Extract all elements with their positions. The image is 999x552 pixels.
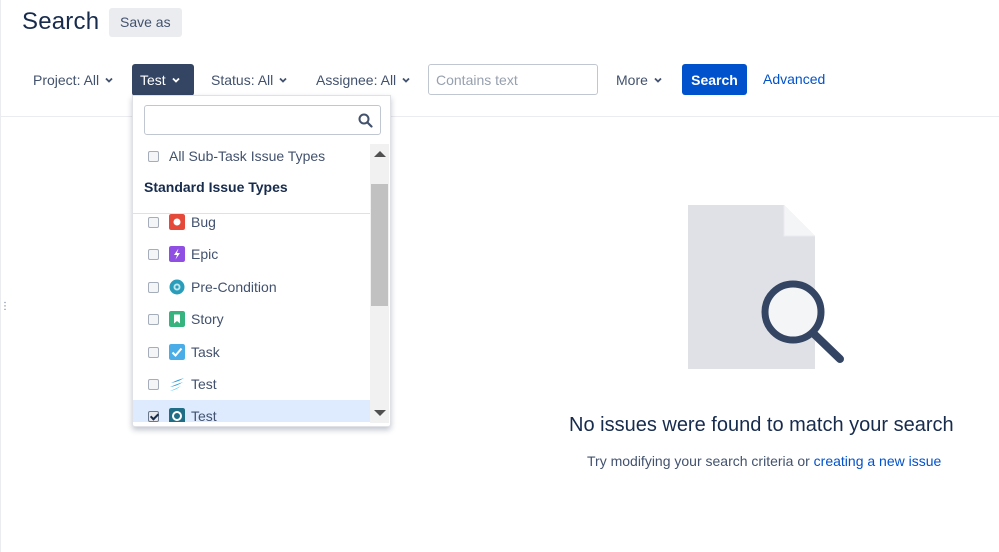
- search-button[interactable]: Search: [682, 64, 747, 95]
- checkbox-checked[interactable]: [148, 410, 159, 422]
- scrollbar-thumb[interactable]: [371, 184, 388, 306]
- scroll-up-icon[interactable]: [374, 151, 386, 157]
- chevron-down-icon: [402, 77, 410, 83]
- save-as-button[interactable]: Save as: [109, 8, 182, 37]
- chevron-down-icon: [105, 77, 113, 83]
- list-item-pre-condition[interactable]: Pre-Condition: [133, 271, 370, 303]
- project-filter[interactable]: Project: All: [25, 64, 121, 96]
- zephyr-test-icon: [169, 408, 185, 422]
- checkbox[interactable]: [148, 150, 159, 162]
- issue-type-filter-label: Test: [140, 72, 166, 88]
- task-icon: [169, 344, 185, 360]
- xray-test-icon: [170, 378, 184, 391]
- no-results-message-text: Try modifying your search criteria or: [587, 453, 814, 469]
- list-item-label: Bug: [191, 214, 216, 230]
- contains-text-input[interactable]: [428, 64, 598, 95]
- epic-icon: [169, 246, 185, 262]
- filter-bar: Project: All Test Status: All Assignee: …: [0, 64, 999, 96]
- list-item-label: Test: [191, 376, 217, 392]
- advanced-search-link[interactable]: Advanced: [763, 64, 825, 95]
- no-results-title: No issues were found to match your searc…: [569, 414, 954, 436]
- list-item-label: Task: [191, 344, 220, 360]
- chevron-down-icon: [172, 77, 180, 83]
- status-filter[interactable]: Status: All: [203, 64, 295, 96]
- checkbox[interactable]: [148, 313, 159, 325]
- list-item-epic[interactable]: Epic: [133, 238, 370, 270]
- checkbox[interactable]: [148, 248, 159, 260]
- list-item-label: Story: [191, 311, 224, 327]
- status-filter-label: Status: All: [211, 72, 274, 88]
- list-item-test-zephyr[interactable]: Test: [133, 400, 370, 422]
- dropdown-search-field[interactable]: [144, 105, 381, 135]
- bug-icon: [169, 214, 185, 230]
- dropdown-scrollbar[interactable]: [370, 144, 389, 423]
- assignee-filter[interactable]: Assignee: All: [308, 64, 418, 96]
- issue-type-dropdown: All Sub-Task Issue Types Standard Issue …: [132, 95, 391, 427]
- list-item-story[interactable]: Story: [133, 303, 370, 335]
- list-item-task[interactable]: Task: [133, 336, 370, 368]
- list-item-label: Pre-Condition: [191, 279, 277, 295]
- list-item-all-subtask-types[interactable]: All Sub-Task Issue Types: [133, 140, 370, 172]
- list-item-label: Epic: [191, 246, 219, 262]
- chevron-down-icon: [279, 77, 287, 83]
- project-filter-label: Project: All: [33, 72, 100, 88]
- scroll-down-icon[interactable]: [374, 410, 386, 416]
- more-filters-button[interactable]: More: [608, 64, 670, 96]
- create-issue-link[interactable]: creating a new issue: [814, 453, 942, 469]
- story-icon: [169, 311, 185, 327]
- more-filters-label: More: [616, 72, 648, 88]
- checkbox[interactable]: [148, 378, 159, 390]
- list-item-test-xray[interactable]: Test: [133, 368, 370, 400]
- checkbox[interactable]: [148, 281, 159, 293]
- page-title: Search: [22, 8, 100, 35]
- sidebar-resize-handle[interactable]: ⋮: [0, 302, 10, 312]
- issue-type-filter[interactable]: Test: [132, 64, 194, 96]
- no-results-message: Try modifying your search criteria or cr…: [587, 453, 941, 469]
- assignee-filter-label: Assignee: All: [316, 72, 397, 88]
- pre-condition-icon: [169, 279, 185, 295]
- list-item-label: All Sub-Task Issue Types: [169, 148, 326, 164]
- group-heading: Standard Issue Types: [144, 179, 288, 195]
- list-item-label: Test: [191, 408, 217, 422]
- checkbox[interactable]: [148, 216, 159, 228]
- checkbox[interactable]: [148, 346, 159, 358]
- issue-type-list: All Sub-Task Issue Types Standard Issue …: [133, 140, 370, 422]
- chevron-down-icon: [654, 77, 662, 83]
- no-results-illustration: [688, 205, 844, 369]
- search-icon: [358, 113, 373, 128]
- list-item-bug[interactable]: Bug: [133, 206, 370, 238]
